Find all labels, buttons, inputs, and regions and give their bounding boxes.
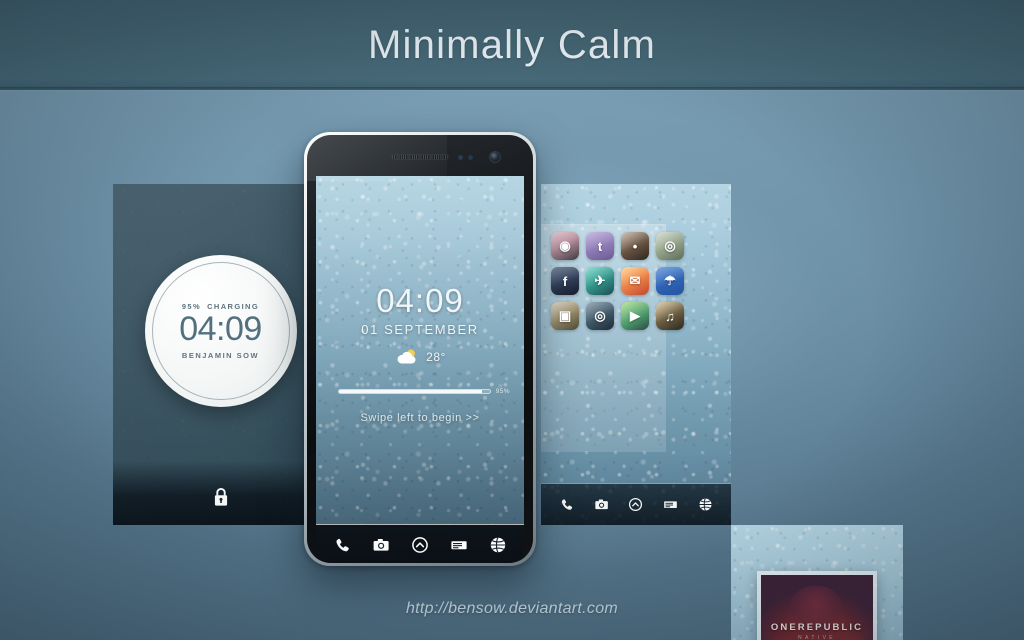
lockscreen-date: 01 SEPTEMBER — [361, 322, 479, 337]
progress-bar — [338, 389, 491, 394]
location-icon-glyph: • — [632, 238, 638, 254]
phone-body: 04:09 01 SEPTEMBER 28° 95% Swipe left to… — [307, 135, 533, 563]
photos-icon[interactable]: ◎ — [656, 232, 684, 260]
browser-icon[interactable] — [697, 496, 714, 513]
lockscreen-weather[interactable]: 28° — [316, 348, 524, 366]
progress-label: 95% — [495, 388, 510, 395]
twitter-icon[interactable]: ✈ — [586, 267, 614, 295]
battery-status: 95% CHARGING — [179, 302, 262, 311]
partly-cloudy-icon — [394, 348, 420, 366]
footer-url: http://bensow.deviantart.com — [405, 600, 619, 617]
swipe-hint: Swipe left to begin >> — [360, 412, 480, 424]
owner-name: BENJAMIN SOW — [181, 351, 260, 360]
light-sensor-icon — [468, 155, 473, 160]
facebook-icon-glyph: f — [562, 273, 568, 289]
phone-screen[interactable]: 04:09 01 SEPTEMBER 28° 95% Swipe left to… — [316, 176, 524, 524]
earpiece-speaker — [391, 154, 449, 160]
tumblr-icon-glyph: t — [597, 238, 603, 254]
mail-icon[interactable]: ✉ — [621, 267, 649, 295]
dropbox-icon[interactable]: ☂ — [656, 267, 684, 295]
tumblr-icon[interactable]: t — [586, 232, 614, 260]
album-art-band-name: ONEREPUBLIC — [770, 621, 864, 633]
charging-label: CHARGING — [207, 302, 260, 311]
phone-icon[interactable] — [558, 496, 575, 513]
play-store-icon-glyph: ▶ — [630, 308, 640, 323]
proximity-sensor-icon — [458, 155, 463, 160]
app-drawer-icon[interactable] — [627, 496, 644, 513]
battery-percent: 95% — [181, 302, 202, 311]
panel-lockscreen-widget[interactable]: 95% CHARGING 04:09 BENJAMIN SOW — [113, 184, 328, 525]
lockscreen-time: 04:09 — [376, 282, 464, 319]
photos-icon-glyph: ◎ — [664, 238, 676, 253]
browser-icon[interactable] — [489, 536, 507, 554]
location-icon[interactable]: • — [621, 232, 649, 260]
settings-icon-glyph: ◎ — [594, 308, 606, 323]
clock-widget[interactable]: 95% CHARGING 04:09 BENJAMIN SOW — [144, 255, 297, 407]
album-art-album-name: NATIVE — [797, 634, 837, 640]
panel-music-player[interactable]: ONEREPUBLIC NATIVE Counting Stars ONEREP… — [731, 525, 903, 640]
mail-icon-glyph: ✉ — [629, 273, 641, 288]
twitter-icon-glyph: ✈ — [594, 273, 606, 288]
page-title: Minimally Calm — [368, 22, 656, 67]
homescreen-dock — [541, 483, 731, 525]
facebook-icon[interactable]: f — [551, 267, 579, 295]
lockscreen-temperature: 28° — [426, 350, 446, 364]
messages-icon[interactable] — [662, 496, 679, 513]
settings-icon[interactable]: ◎ — [586, 302, 614, 330]
play-store-icon[interactable]: ▶ — [621, 302, 649, 330]
phone-dock — [316, 524, 524, 563]
front-camera-icon — [489, 151, 501, 163]
messages-icon[interactable] — [450, 536, 468, 554]
instagram-icon[interactable]: ◉ — [551, 232, 579, 260]
app-grid: ◉ t • ◎ f ✈ ✉ ☂ ▣ ◎ ▶ ♫ — [551, 232, 686, 330]
music-icon-glyph: ♫ — [665, 308, 675, 324]
camera-icon[interactable] — [593, 496, 610, 513]
phone-device: 04:09 01 SEPTEMBER 28° 95% Swipe left to… — [304, 132, 536, 566]
progress-bar-fill — [339, 390, 483, 393]
gallery-icon-glyph: ▣ — [558, 308, 572, 323]
dropbox-icon-glyph: ☂ — [664, 273, 676, 288]
instagram-icon-glyph: ◉ — [559, 238, 571, 253]
padlock-icon[interactable] — [213, 487, 229, 507]
phone-icon[interactable] — [333, 536, 351, 554]
lockscreen-battery-progress: 95% — [338, 388, 510, 395]
music-icon[interactable]: ♫ — [656, 302, 684, 330]
clock-time: 04:09 — [179, 310, 262, 348]
app-drawer-icon[interactable] — [411, 536, 429, 554]
gallery-icon[interactable]: ▣ — [551, 302, 579, 330]
panel-homescreen[interactable]: ◉ t • ◎ f ✈ ✉ ☂ ▣ ◎ ▶ ♫ — [541, 184, 731, 525]
camera-icon[interactable] — [372, 536, 390, 554]
